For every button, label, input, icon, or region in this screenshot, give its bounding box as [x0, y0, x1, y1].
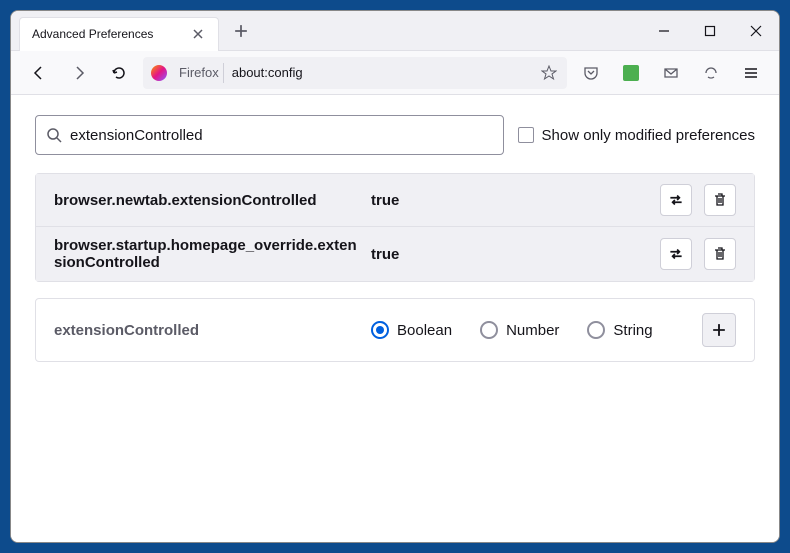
radio-string[interactable]: String — [587, 321, 652, 339]
toggle-icon — [667, 245, 685, 263]
radio-label: String — [613, 322, 652, 339]
tab-title: Advanced Preferences — [32, 27, 180, 41]
firefox-logo-icon — [151, 65, 167, 81]
delete-button[interactable] — [704, 238, 736, 270]
minimize-button[interactable] — [641, 11, 687, 51]
new-pref-row: extensionControlled Boolean Number Strin… — [35, 298, 755, 362]
reload-button[interactable] — [103, 57, 135, 89]
radio-number[interactable]: Number — [480, 321, 559, 339]
trash-icon — [712, 192, 728, 208]
trash-icon — [712, 246, 728, 262]
new-pref-name: extensionControlled — [54, 322, 359, 339]
about-config-content: Show only modified preferences browser.n… — [11, 95, 779, 542]
search-icon — [46, 127, 62, 143]
toggle-button[interactable] — [660, 184, 692, 216]
extension-icon[interactable] — [615, 57, 647, 89]
add-pref-button[interactable] — [702, 313, 736, 347]
radio-label: Boolean — [397, 322, 452, 339]
radio-icon — [371, 321, 389, 339]
forward-button[interactable] — [63, 57, 95, 89]
navigation-toolbar: Firefox about:config — [11, 51, 779, 95]
modified-only-label: Show only modified preferences — [542, 127, 755, 144]
inbox-icon[interactable] — [655, 57, 687, 89]
url-bar[interactable]: Firefox about:config — [143, 57, 567, 89]
modified-only-checkbox-wrap[interactable]: Show only modified preferences — [518, 127, 755, 144]
browser-tab[interactable]: Advanced Preferences — [19, 17, 219, 51]
search-row: Show only modified preferences — [35, 115, 755, 155]
pref-name: browser.startup.homepage_override.extens… — [54, 237, 359, 271]
pref-row[interactable]: browser.startup.homepage_override.extens… — [36, 227, 754, 281]
search-input[interactable] — [70, 127, 493, 144]
shield-icon[interactable] — [695, 57, 727, 89]
modified-only-checkbox[interactable] — [518, 127, 534, 143]
back-button[interactable] — [23, 57, 55, 89]
bookmark-star-icon[interactable] — [539, 63, 559, 83]
maximize-button[interactable] — [687, 11, 733, 51]
radio-label: Number — [506, 322, 559, 339]
url-identity: Firefox — [175, 63, 224, 83]
toggle-icon — [667, 191, 685, 209]
toggle-button[interactable] — [660, 238, 692, 270]
radio-icon — [480, 321, 498, 339]
type-radio-group: Boolean Number String — [371, 321, 690, 339]
close-tab-icon[interactable] — [190, 26, 206, 42]
browser-window: Advanced Preferences Fi — [10, 10, 780, 543]
search-box[interactable] — [35, 115, 504, 155]
pref-value: true — [371, 246, 648, 263]
pref-name: browser.newtab.extensionControlled — [54, 192, 359, 209]
prefs-table: browser.newtab.extensionControlled true … — [35, 173, 755, 282]
url-text: about:config — [232, 65, 531, 80]
radio-boolean[interactable]: Boolean — [371, 321, 452, 339]
radio-icon — [587, 321, 605, 339]
titlebar: Advanced Preferences — [11, 11, 779, 51]
plus-icon — [712, 323, 726, 337]
pocket-icon[interactable] — [575, 57, 607, 89]
menu-button[interactable] — [735, 57, 767, 89]
pref-row[interactable]: browser.newtab.extensionControlled true — [36, 174, 754, 227]
delete-button[interactable] — [704, 184, 736, 216]
close-window-button[interactable] — [733, 11, 779, 51]
new-tab-button[interactable] — [227, 17, 255, 45]
pref-value: true — [371, 192, 648, 209]
